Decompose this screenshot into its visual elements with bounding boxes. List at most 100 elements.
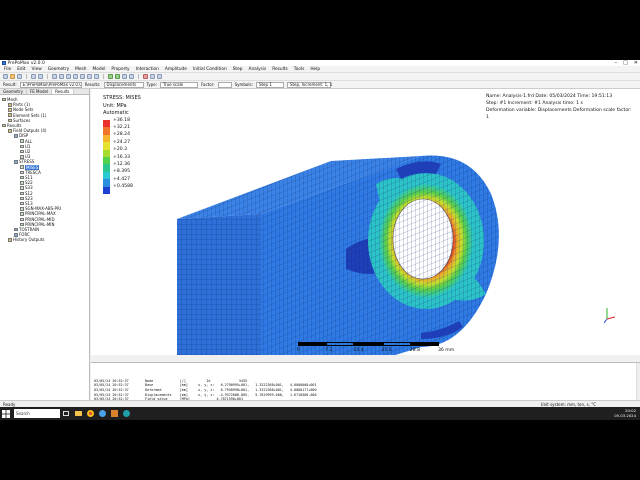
tree-node-icon [14,134,18,138]
result-toolbar: Result: E:\PrePoMax\PrePoMax v2.0.0\Temp… [0,81,640,89]
step-increment-select[interactable]: Step, Increment: 1, 1 [286,81,332,88]
menu-interaction[interactable]: Interaction [136,67,159,72]
task-view-icon[interactable] [60,407,72,420]
scale-label: 7.2 [325,348,333,353]
tree-node[interactable]: History Outputs [2,237,87,242]
model-tree-panel: Geometry FE Model Results Mesh Parts (1) Nod… [0,89,90,400]
start-icon[interactable] [0,407,12,420]
query-icon[interactable] [157,74,162,79]
app-window: PrePoMax v2.0.0 – □ ✕ File Edit View Geomet… [0,60,640,407]
view-right-icon[interactable] [87,74,92,79]
factor-field[interactable] [217,81,232,88]
tree-node-icon [14,160,18,164]
type-label: Type: [146,82,158,87]
tree-node-icon [20,222,24,227]
view-top-icon[interactable] [66,74,71,79]
tree-node-icon [2,123,6,128]
menu-amplitude[interactable]: Amplitude [165,67,187,72]
menu-file[interactable]: File [4,67,11,72]
result-label: Result: [3,82,17,87]
view-back-icon[interactable] [59,74,64,79]
tree-node-icon [8,113,12,117]
status-bar: Ready Unit system: mm, ton, s, °C [0,400,640,407]
scale-label: 0 [297,348,300,353]
menu-tools[interactable]: Tools [294,67,305,72]
desktop: PrePoMax v2.0.0 – □ ✕ File Edit View Geomet… [0,0,640,480]
view-left-icon[interactable] [80,74,85,79]
tree-node-icon [20,196,24,201]
open-icon[interactable] [10,74,15,79]
results-label: Results: [84,82,101,87]
section-cut-icon[interactable] [143,74,148,79]
scale-label: 21.6 [381,348,392,353]
menu-step[interactable]: Step [233,67,243,72]
tree-node-icon [20,181,24,185]
tree-node-icon [20,149,24,154]
new-icon[interactable] [3,74,8,79]
tree-node-icon [20,139,24,143]
tree-node-icon [14,233,18,237]
menu-help[interactable]: Help [310,67,320,72]
tab-geometry[interactable]: Geometry [0,89,27,94]
tree-node-icon [20,144,24,149]
results-tree: Mesh Parts (1) Node Sets Element Sets (1) Su… [0,95,89,245]
results-select[interactable]: Displacements [103,81,144,88]
tree-node-icon [20,175,24,180]
zoom-icon[interactable] [115,74,120,79]
redo-icon[interactable] [38,74,43,79]
factor-label: Factor: [201,82,215,87]
prepomax-icon[interactable] [108,407,120,420]
tree-node-icon [20,201,24,206]
menu-edit[interactable]: Edit [17,67,25,72]
zoom-fit-icon[interactable] [108,74,113,79]
app-icon [2,61,6,65]
tree-node-icon [20,155,24,159]
menu-initial-condition[interactable]: Initial Condition [193,67,227,72]
tab-results[interactable]: Results [52,89,74,94]
menu-model[interactable]: Model [93,67,106,72]
tree-node-icon [20,165,24,169]
file-explorer-icon[interactable] [72,407,84,420]
menu-results[interactable]: Results [272,67,288,72]
menu-mesh[interactable]: Mesh [75,67,86,72]
tree-node-icon [8,108,12,112]
taskbar-search[interactable]: Search [14,409,60,418]
tree-node-icon [2,97,6,102]
view-front-icon[interactable] [52,74,57,79]
menu-view[interactable]: View [32,67,42,72]
view-bottom-icon[interactable] [73,74,78,79]
undo-icon[interactable] [31,74,36,79]
scale-bar [298,342,440,346]
scale-type-select[interactable]: True scale [160,81,199,88]
menu-bar: File Edit View Geometry Mesh Model Property Int… [0,66,640,73]
view-iso-icon[interactable] [94,74,99,79]
menu-property[interactable]: Property [111,67,129,72]
tree-node-icon [8,238,12,242]
axis-triad-icon [603,308,616,324]
wireframe-icon[interactable] [129,74,134,79]
tree-node-icon [20,207,24,211]
chrome-icon[interactable] [84,407,96,420]
system-clock[interactable]: 20:02 05.03.2024 [614,408,636,418]
symbols-label: Symbols: [234,82,253,87]
explode-icon[interactable] [150,74,155,79]
menu-geometry[interactable]: Geometry [48,67,69,72]
shaded-icon[interactable] [122,74,127,79]
symbols-select[interactable]: Step 1 [255,81,284,88]
tree-node-icon [14,227,18,232]
result-path-field[interactable]: E:\PrePoMax\PrePoMax v2.0.0\Temp\Analysi… [19,81,82,88]
tree-node-label: Field Outputs (4) [13,128,47,134]
tree-node-icon [20,186,24,190]
tab-fe-model[interactable]: FE Model [27,89,53,94]
tree-node-label: History Outputs [13,237,45,243]
browser-icon[interactable] [96,407,108,420]
tree-node-icon [20,170,24,175]
save-icon[interactable] [17,74,22,79]
tree-node-icon [8,118,12,123]
output-scrollbar[interactable] [636,363,640,400]
menu-analysis[interactable]: Analysis [249,67,267,72]
tree-node-icon [20,191,24,195]
edge-icon[interactable] [120,407,132,420]
graphics-viewport[interactable]: STRESS: MISES Unit: MPa Automatic +36.18… [91,89,640,355]
toolbar [0,73,640,81]
